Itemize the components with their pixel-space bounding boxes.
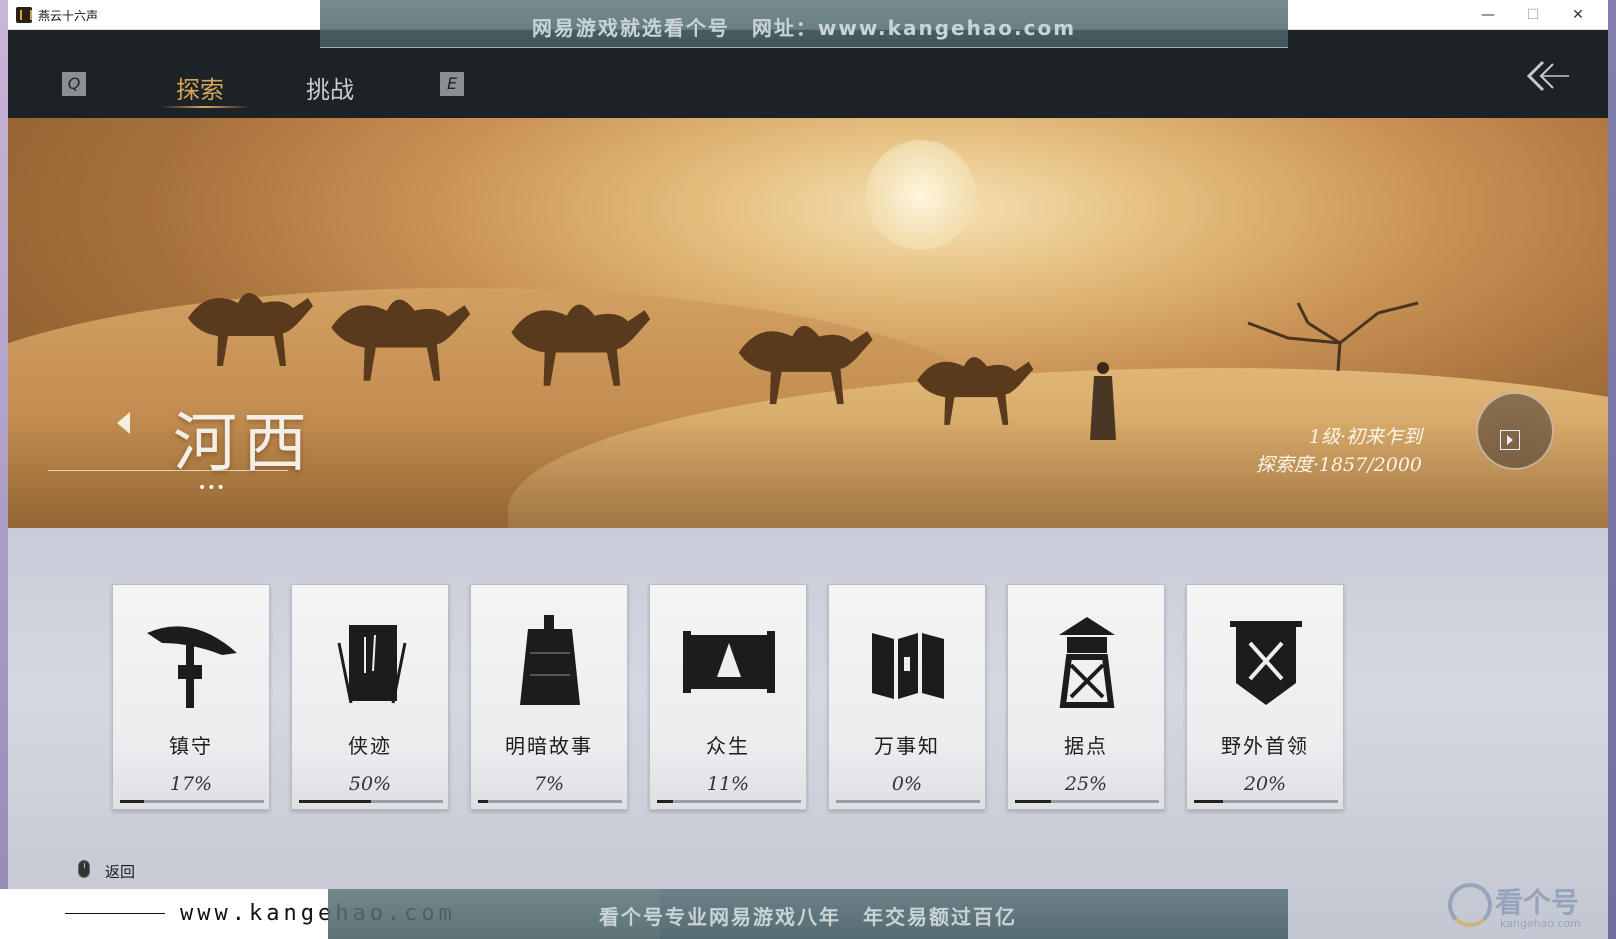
scroll-painting-icon <box>683 631 775 693</box>
card-label: 据点 <box>1064 734 1108 758</box>
card-progress-fill <box>478 800 489 803</box>
card-label: 明暗故事 <box>505 734 593 758</box>
key-hint-q: Q <box>62 72 86 96</box>
card-progress-fill <box>1015 800 1051 803</box>
card-progress-fill <box>299 800 371 803</box>
category-card[interactable]: 万事知 0% <box>828 584 986 810</box>
camel-graphic <box>738 325 873 405</box>
moon-sun-graphic <box>866 140 976 250</box>
card-progress-bar <box>836 800 980 803</box>
category-card[interactable]: 众生 11% <box>649 584 807 810</box>
watermark-text: 看个号 <box>1495 886 1580 919</box>
watermark-banner-text: 网易游戏就选看个号 网址：www.kangehao.com <box>531 16 1077 40</box>
region-divider <box>48 470 288 471</box>
app-icon <box>16 7 32 23</box>
card-progress-bar <box>299 800 443 803</box>
card-progress-fill <box>657 800 673 803</box>
card-percent: 7% <box>533 773 565 795</box>
card-percent: 0% <box>891 773 923 795</box>
dead-tree-graphic <box>1247 301 1419 372</box>
card-progress-fill <box>120 800 145 803</box>
card-progress-bar <box>657 800 801 803</box>
minimize-button[interactable]: — <box>1468 4 1508 26</box>
category-card[interactable]: 侠迹 50% <box>291 584 449 810</box>
bell-icon <box>520 615 580 705</box>
book-icon <box>337 625 407 704</box>
card-percent: 20% <box>1243 773 1287 795</box>
card-label: 侠迹 <box>348 734 392 758</box>
game-window: 燕云十六声 — ☐ ✕ Q 探索 挑战 E 河西 ••• 1级·初来乍到 探索度… <box>8 0 1608 939</box>
footer-divider <box>65 913 165 914</box>
page-dots-indicator: ••• <box>198 480 226 496</box>
key-hint-e: E <box>440 72 464 96</box>
maximize-button[interactable]: ☐ <box>1513 4 1553 26</box>
enter-icon <box>1500 430 1520 450</box>
camel-graphic <box>331 299 471 381</box>
folding-screen-icon <box>872 633 944 699</box>
region-map-button[interactable] <box>1476 392 1554 470</box>
category-card[interactable]: 据点 25% <box>1007 584 1165 810</box>
watermark-banner-top: 网易游戏就选看个号 网址：www.kangehao.com <box>320 0 1288 48</box>
watchtower-icon <box>1059 617 1115 708</box>
card-progress-bar <box>1015 800 1159 803</box>
category-card[interactable]: 野外首领 20% <box>1186 584 1344 810</box>
watermark-logo-icon <box>1448 883 1492 927</box>
card-percent: 50% <box>348 773 392 795</box>
card-label: 万事知 <box>874 734 940 758</box>
card-progress-fill <box>1194 800 1223 803</box>
category-card[interactable]: 明暗故事 7% <box>470 584 628 810</box>
card-progress-bar <box>1194 800 1338 803</box>
card-percent: 25% <box>1064 773 1108 795</box>
umbrella-hat-icon <box>147 626 237 708</box>
category-card[interactable]: 镇守 17% <box>112 584 270 810</box>
back-button[interactable]: 返回 <box>105 861 135 882</box>
watermark-banner-bottom: 看个号专业网易游戏八年 年交易额过百亿 <box>328 889 1288 939</box>
watermark-subtext: kangehao.com <box>1500 917 1581 930</box>
tab-explore[interactable]: 探索 <box>176 70 224 105</box>
tab-challenge[interactable]: 挑战 <box>306 70 354 105</box>
card-label: 众生 <box>706 734 750 758</box>
exploration-progress: 探索度·1857/2000 <box>1255 454 1422 476</box>
active-tab-underline <box>160 106 250 108</box>
region-level: 1级·初来乍到 <box>1308 426 1422 448</box>
watermark-logo: 看个号 kangehao.com <box>1440 875 1610 935</box>
camel-graphic <box>511 304 651 386</box>
card-progress-bar <box>120 800 264 803</box>
camel-graphic <box>188 293 313 366</box>
card-label: 镇守 <box>169 734 213 758</box>
card-label: 野外首领 <box>1221 734 1309 758</box>
desktop-background: 燕云十六声 — ☐ ✕ Q 探索 挑战 E 河西 ••• 1级·初来乍到 探索度… <box>0 0 1616 939</box>
window-title: 燕云十六声 <box>38 9 99 23</box>
prev-region-arrow-icon[interactable] <box>117 412 130 434</box>
crossed-swords-banner-icon <box>1230 621 1302 705</box>
watermark-banner-text: 看个号专业网易游戏八年 年交易额过百亿 <box>599 905 1017 929</box>
camel-graphic <box>917 357 1034 425</box>
card-percent: 11% <box>706 773 750 795</box>
close-button[interactable]: ✕ <box>1558 4 1598 26</box>
card-percent: 17% <box>169 773 213 795</box>
mouse-right-click-icon <box>78 860 90 878</box>
collapse-chevron-icon[interactable] <box>1523 58 1573 98</box>
card-progress-bar <box>478 800 622 803</box>
